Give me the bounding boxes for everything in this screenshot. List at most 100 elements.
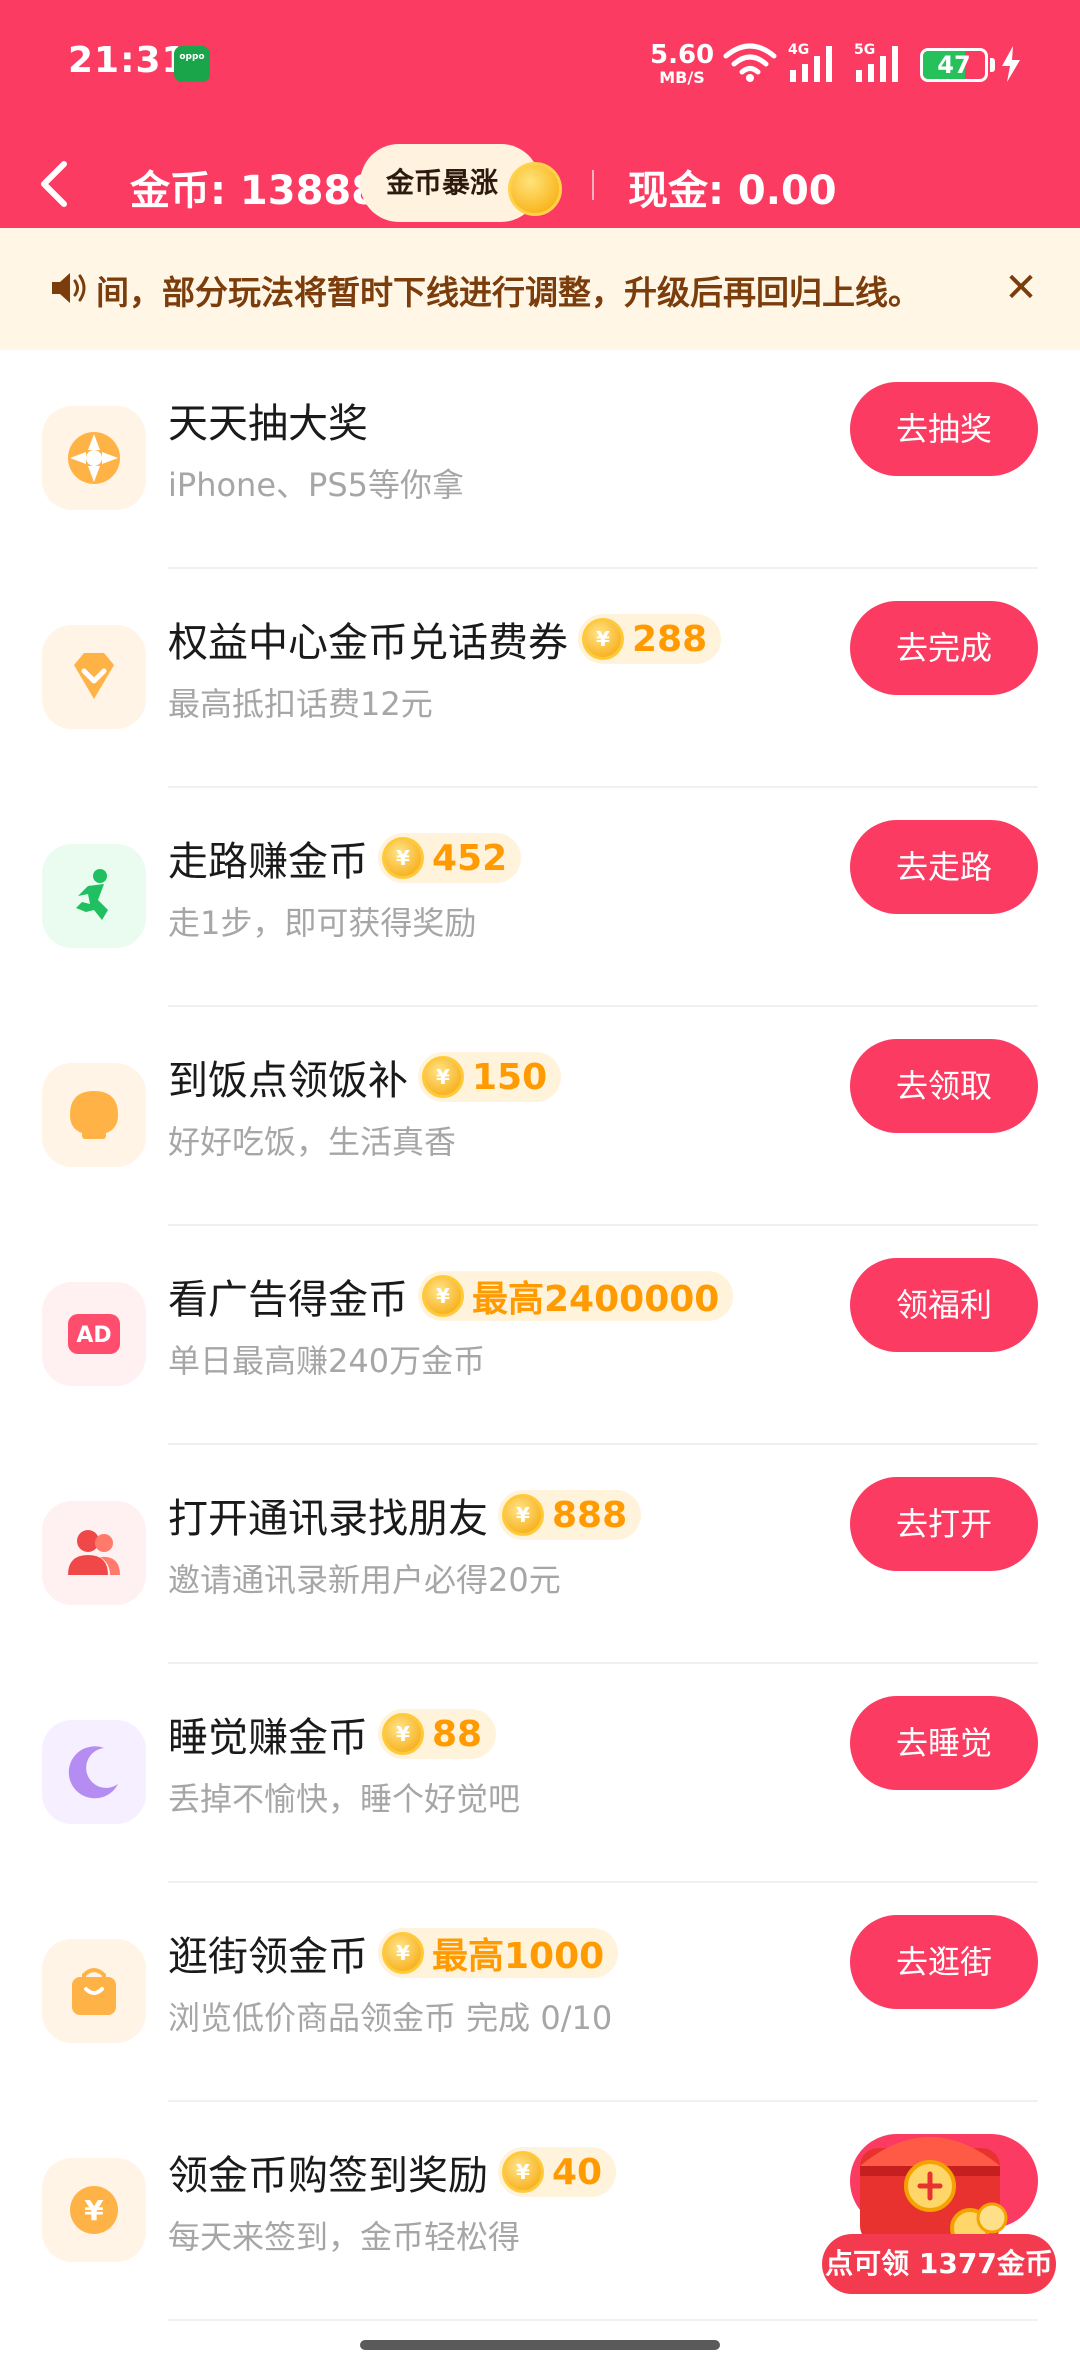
coin-icon: ¥ <box>502 1494 544 1536</box>
task-title: 权益中心金币兑话费券 <box>168 620 568 666</box>
reward-badge: ¥452 <box>378 833 522 883</box>
cash-balance[interactable]: 现金: 0.00 <box>628 158 837 216</box>
task-title-row: 到饭点领饭补 ¥150 <box>168 1049 562 1105</box>
nav-row: 金币: 13888 金币暴涨 现金: 0.00 <box>0 140 1080 228</box>
task-title: 逛街领金币 <box>168 1934 368 1980</box>
task-action-button[interactable]: 去打开 <box>850 1477 1038 1571</box>
coin-icon: ¥ <box>422 1056 464 1098</box>
coin-balance: 金币: 13888 <box>130 168 380 214</box>
battery-level: 47 <box>937 51 971 79</box>
task-title: 到饭点领饭补 <box>168 1058 408 1104</box>
home-indicator[interactable] <box>360 2340 720 2350</box>
reward-badge: ¥88 <box>378 1709 497 1759</box>
coin-icon: ¥ <box>422 1275 464 1317</box>
coin-icon: ¥ <box>382 837 424 879</box>
reward-badge: ¥40 <box>498 2147 617 2197</box>
coin-icon: ¥ <box>382 1932 424 1974</box>
task-subtitle: 浏览低价商品领金币 完成 0/10 <box>168 1999 613 2037</box>
reward-amount: 150 <box>472 1056 548 1098</box>
reward-badge: ¥150 <box>418 1052 562 1102</box>
svg-text:AD: AD <box>76 1323 111 1348</box>
task-title: 天天抽大奖 <box>168 401 368 447</box>
task-title: 睡觉赚金币 <box>168 1715 368 1761</box>
task-row[interactable]: 逛街领金币 ¥ 最高1000 浏览低价商品领金币 完成 0/10 去逛街 <box>0 1883 1080 2102</box>
task-title-row: 看广告得金币 ¥ 最高2400000 <box>168 1268 734 1324</box>
signal-4g-icon: 4G <box>788 42 832 82</box>
task-row[interactable]: 到饭点领饭补 ¥150 好好吃饭，生活真香 去领取 <box>0 1007 1080 1226</box>
task-row[interactable]: 走路赚金币 ¥452 走1步，即可获得奖励 去走路 <box>0 788 1080 1007</box>
task-title: 看广告得金币 <box>168 1277 408 1323</box>
status-bar: 21:31 oppo 5.60 MB/S 4G 5G 47 <box>0 0 1080 125</box>
back-icon[interactable] <box>30 154 80 214</box>
task-title-row: 逛街领金币 ¥ 最高1000 <box>168 1925 619 1981</box>
task-row[interactable]: 天天抽大奖 iPhone、PS5等你拿 去抽奖 <box>0 350 1080 569</box>
charging-bolt-icon <box>1002 46 1020 82</box>
header: 21:31 oppo 5.60 MB/S 4G 5G 47 金币: 13888 … <box>0 0 1080 228</box>
task-action-button[interactable]: 去走路 <box>850 820 1038 914</box>
task-title: 打开通讯录找朋友 <box>168 1496 488 1542</box>
network-speed-unit: MB/S <box>659 68 705 87</box>
signal-5g-icon: 5G <box>854 42 898 82</box>
lottery-icon <box>42 406 146 510</box>
svg-text:¥: ¥ <box>84 2194 104 2227</box>
reward-badge: ¥ 最高1000 <box>378 1928 619 1978</box>
oppo-app-badge-icon: oppo <box>174 46 210 82</box>
signal-5g-label: 5G <box>854 42 875 58</box>
reward-amount: 288 <box>632 618 708 660</box>
reward-badge: ¥288 <box>578 614 722 664</box>
battery-icon: 47 <box>920 48 988 82</box>
task-subtitle: 最高抵扣话费12元 <box>168 685 433 723</box>
task-action-button[interactable]: 去完成 <box>850 601 1038 695</box>
task-title-row: 打开通讯录找朋友 ¥888 <box>168 1487 642 1543</box>
task-title-row: 天天抽大奖 <box>168 392 368 448</box>
contacts-icon <box>42 1501 146 1605</box>
task-row[interactable]: 打开通讯录找朋友 ¥888 邀请通讯录新用户必得20元 去打开 <box>0 1445 1080 1664</box>
shopping-bag-icon <box>42 1939 146 2043</box>
task-subtitle: iPhone、PS5等你拿 <box>168 466 464 504</box>
task-action-button[interactable]: 领福利 <box>850 1258 1038 1352</box>
task-subtitle: 丢掉不愉快，睡个好觉吧 <box>168 1780 521 1818</box>
reward-amount: 452 <box>432 837 508 879</box>
task-action-button[interactable]: 去抽奖 <box>850 382 1038 476</box>
yuan-coin-icon: ¥ <box>42 2158 146 2262</box>
nav-divider <box>592 170 594 200</box>
shell-icon <box>42 1063 146 1167</box>
task-row[interactable]: 睡觉赚金币 ¥88 丢掉不愉快，睡个好觉吧 去睡觉 <box>0 1664 1080 1883</box>
network-speed-value: 5.60 <box>650 40 715 70</box>
diamond-icon <box>42 625 146 729</box>
task-action-button[interactable]: 去睡觉 <box>850 1696 1038 1790</box>
speaker-icon <box>52 273 86 303</box>
moon-icon <box>42 1720 146 1824</box>
reward-amount: 40 <box>552 2151 603 2193</box>
reward-amount: 最高1000 <box>432 1936 605 1977</box>
task-row[interactable]: AD 看广告得金币 ¥ 最高2400000 单日最高赚240万金币 领福利 <box>0 1226 1080 1445</box>
task-action-button[interactable]: 去逛街 <box>850 1915 1038 2009</box>
task-subtitle: 好好吃饭，生活真香 <box>168 1123 457 1161</box>
task-divider <box>168 2319 1038 2321</box>
reward-amount: 88 <box>432 1713 483 1755</box>
coin-icon: ¥ <box>382 1713 424 1755</box>
task-subtitle: 走1步，即可获得奖励 <box>168 904 477 942</box>
notice-banner: 间，部分玩法将暂时下线进行调整，升级后再回归上线。 ✕ <box>0 228 1080 350</box>
task-action-button[interactable]: 去领取 <box>850 1039 1038 1133</box>
network-speed: 5.60 MB/S <box>650 42 714 86</box>
wifi-icon <box>723 43 777 82</box>
coin-icon: ¥ <box>502 2151 544 2193</box>
coin-icon: ¥ <box>582 618 624 660</box>
notice-text: 间，部分玩法将暂时下线进行调整，升级后再回归上线。 <box>96 273 921 312</box>
boost-coin-icon <box>508 162 562 216</box>
task-subtitle: 每天来签到，金币轻松得 <box>168 2218 521 2256</box>
task-title: 领金币购签到奖励 <box>168 2153 488 2199</box>
task-title-row: 领金币购签到奖励 ¥40 <box>168 2144 617 2200</box>
chest-claim-label[interactable]: 点可领 1377金币 <box>822 2234 1056 2294</box>
signal-4g-label: 4G <box>788 42 809 58</box>
task-subtitle: 邀请通讯录新用户必得20元 <box>168 1561 561 1599</box>
notice-close-icon[interactable]: ✕ <box>996 258 1046 318</box>
status-time: 21:31 <box>68 40 188 81</box>
task-row[interactable]: 权益中心金币兑话费券 ¥288 最高抵扣话费12元 去完成 <box>0 569 1080 788</box>
reward-amount: 最高2400000 <box>472 1279 720 1320</box>
task-title-row: 权益中心金币兑话费券 ¥288 <box>168 611 722 667</box>
battery-tip <box>990 58 995 72</box>
running-icon <box>42 844 146 948</box>
reward-badge: ¥888 <box>498 1490 642 1540</box>
